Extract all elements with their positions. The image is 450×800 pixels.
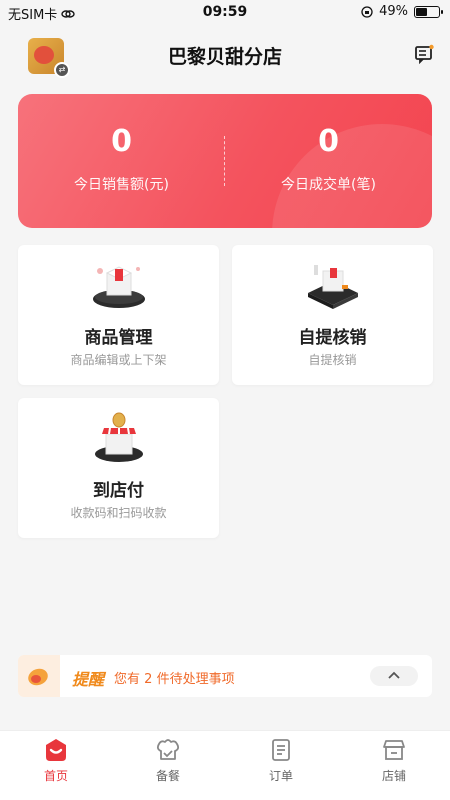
tile-in-store-payment[interactable]: 到店付 收款码和扫码收款: [18, 398, 219, 538]
battery-icon: [414, 5, 443, 18]
battery-level: [416, 7, 427, 16]
reminder-tag: 提醒: [72, 670, 105, 689]
product-box-icon: [93, 266, 145, 308]
tile-subtitle: 商品编辑或上下架: [70, 353, 167, 367]
tab-meal-prep[interactable]: 备餐: [112, 737, 224, 784]
today-sales-label: 今日销售额(元): [74, 177, 169, 193]
sales-stats-card: 0 今日销售额(元) 0 今日成交单(笔): [18, 94, 432, 228]
header: ⇄ 巴黎贝甜分店: [0, 30, 450, 80]
order-list-icon: [272, 739, 290, 761]
page-title: 巴黎贝甜分店: [167, 46, 282, 68]
today-orders-label: 今日成交单(笔): [281, 177, 376, 193]
home-icon: [46, 739, 66, 761]
tile-title: 商品管理: [84, 328, 153, 348]
tab-orders[interactable]: 订单: [225, 737, 337, 784]
tile-subtitle: 收款码和扫码收款: [70, 506, 167, 520]
bottom-tab-bar: 首页 备餐 订单 店铺: [0, 730, 450, 800]
chef-hat-icon: [156, 739, 180, 760]
tile-subtitle: 自提核销: [308, 353, 357, 367]
tab-home[interactable]: 首页: [0, 737, 112, 784]
rotation-lock-icon: [361, 5, 373, 18]
tab-shop[interactable]: 店铺: [338, 737, 450, 784]
chevron-up-icon: [388, 671, 400, 679]
reminder-text: 您有 2 件待处理事项: [114, 672, 235, 687]
pickup-box-icon: [308, 265, 358, 309]
tab-label: 订单: [268, 769, 293, 783]
today-sales-stat[interactable]: 0 今日销售额(元): [18, 124, 225, 194]
battery-percent: 49%: [379, 4, 408, 19]
bell-icon: [28, 668, 48, 686]
tab-label: 备餐: [155, 769, 180, 783]
tile-product-management[interactable]: 商品管理 商品编辑或上下架: [18, 245, 219, 385]
tile-pickup-verification[interactable]: 自提核销 自提核销: [232, 245, 433, 385]
pending-count: 2: [144, 672, 153, 687]
expand-reminder-button[interactable]: [370, 666, 418, 686]
today-orders-value: 0: [318, 124, 339, 159]
reminder-icon-box: [18, 655, 60, 697]
status-bar: 无SIM卡 09:59 49%: [0, 0, 450, 24]
today-sales-value: 0: [111, 124, 132, 159]
store-pay-icon: [95, 412, 143, 462]
tab-label: 首页: [43, 769, 68, 783]
shop-icon: [383, 740, 405, 760]
pending-reminder-bar[interactable]: 提醒 您有 2 件待处理事项: [18, 655, 432, 697]
tile-title: 到店付: [93, 481, 144, 501]
tile-title: 自提核销: [298, 328, 367, 348]
tab-label: 店铺: [381, 769, 406, 783]
today-orders-stat[interactable]: 0 今日成交单(笔): [225, 124, 432, 194]
message-icon[interactable]: [414, 44, 434, 64]
